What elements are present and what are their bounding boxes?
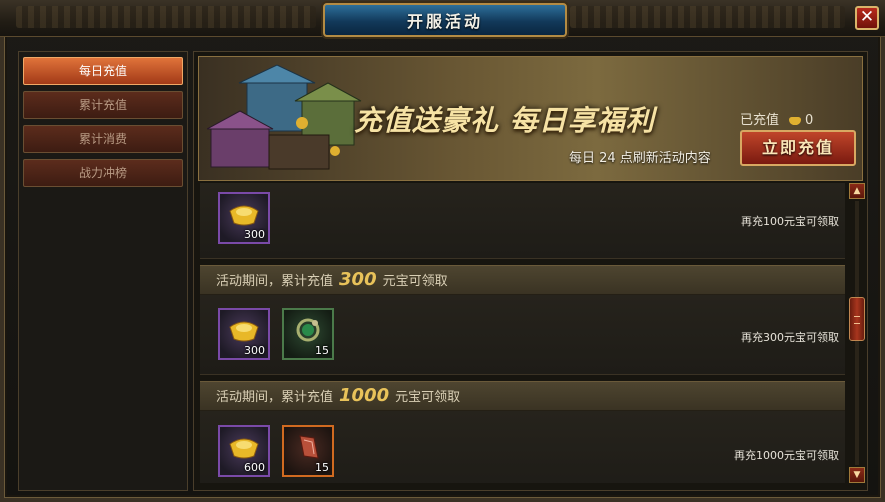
sidebar: 每日充值 累计充值 累计消费 战力冲榜 [18, 51, 188, 491]
recharged-label: 已充值 [740, 113, 780, 128]
ornament-left [16, 6, 316, 28]
jade-dragon-ring-icon [296, 318, 320, 342]
reward-scrollbar[interactable]: ▲ ▼ [849, 183, 865, 483]
reward-item[interactable]: 600 [218, 425, 270, 477]
reward-tier-header: 活动期间，累计充值 300 元宝可领取 [200, 265, 845, 295]
reward-list: 300 再充100元宝可领取 活动期间，累计充值 300 元宝可领取 300 15 … [200, 183, 845, 483]
window-title: 开服活动 [406, 12, 483, 31]
sidebar-item-cumulative-spending[interactable]: 累计消费 [23, 125, 183, 153]
tier-suffix: 元宝可领取 [395, 390, 461, 405]
gold-ingot-icon [229, 205, 259, 226]
title-bar: 开服活动 ✕ [0, 0, 885, 37]
banner-title: 充值送豪礼 每日享福利 [354, 104, 655, 137]
sidebar-item-daily-recharge[interactable]: 每日充值 [23, 57, 183, 85]
reward-row: 300 再充100元宝可领取 [200, 183, 845, 259]
recharged-value: 0 [805, 113, 814, 128]
ornament-right [570, 6, 845, 28]
tier-amount: 300 [339, 269, 377, 290]
item-count: 15 [315, 461, 329, 474]
scroll-up-icon[interactable]: ▲ [849, 183, 865, 199]
item-count: 600 [244, 461, 265, 474]
reward-item[interactable]: 15 [282, 308, 334, 360]
scroll-down-icon[interactable]: ▼ [849, 467, 865, 483]
sidebar-item-power-ranking[interactable]: 战力冲榜 [23, 159, 183, 187]
refresh-note: 每日 24 点刷新活动内容 [569, 151, 711, 166]
recharged-info: 已充值 0 [740, 109, 813, 128]
red-scroll-icon [299, 435, 319, 459]
title-plate: 开服活动 [323, 3, 567, 37]
reward-item[interactable]: 15 [282, 425, 334, 477]
item-count: 300 [244, 228, 265, 241]
reward-item[interactable]: 300 [218, 192, 270, 244]
reward-item[interactable]: 300 [218, 308, 270, 360]
tier-prefix: 活动期间，累计充值 [216, 390, 334, 405]
tier-amount: 1000 [339, 385, 390, 406]
main-panel: 充值送豪礼 每日享福利 已充值 0 每日 24 点刷新活动内容 立即充值 300 … [193, 51, 868, 491]
item-count: 15 [315, 344, 329, 357]
reward-row: 600 15 再充1000元宝可领取 [200, 411, 845, 483]
recharge-now-button[interactable]: 立即充值 [740, 130, 856, 166]
gold-ingot-icon [229, 438, 259, 459]
tier-prefix: 活动期间，累计充值 [216, 274, 334, 289]
item-count: 300 [244, 344, 265, 357]
scrollbar-thumb[interactable] [849, 297, 865, 341]
close-button[interactable]: ✕ [855, 6, 879, 30]
gold-ingot-icon [229, 321, 259, 342]
claim-hint: 再充1000元宝可领取 [734, 449, 839, 462]
promo-banner: 充值送豪礼 每日享福利 已充值 0 每日 24 点刷新活动内容 立即充值 [198, 56, 863, 181]
reward-tier-header: 活动期间，累计充值 1000 元宝可领取 [200, 381, 845, 411]
claim-hint: 再充300元宝可领取 [741, 331, 839, 344]
treasure-houses-icon [207, 64, 362, 170]
reward-row: 300 15 再充300元宝可领取 [200, 295, 845, 375]
sidebar-item-cumulative-recharge[interactable]: 累计充值 [23, 91, 183, 119]
gold-ingot-icon [789, 116, 802, 125]
tier-suffix: 元宝可领取 [382, 274, 448, 289]
claim-hint: 再充100元宝可领取 [741, 215, 839, 228]
